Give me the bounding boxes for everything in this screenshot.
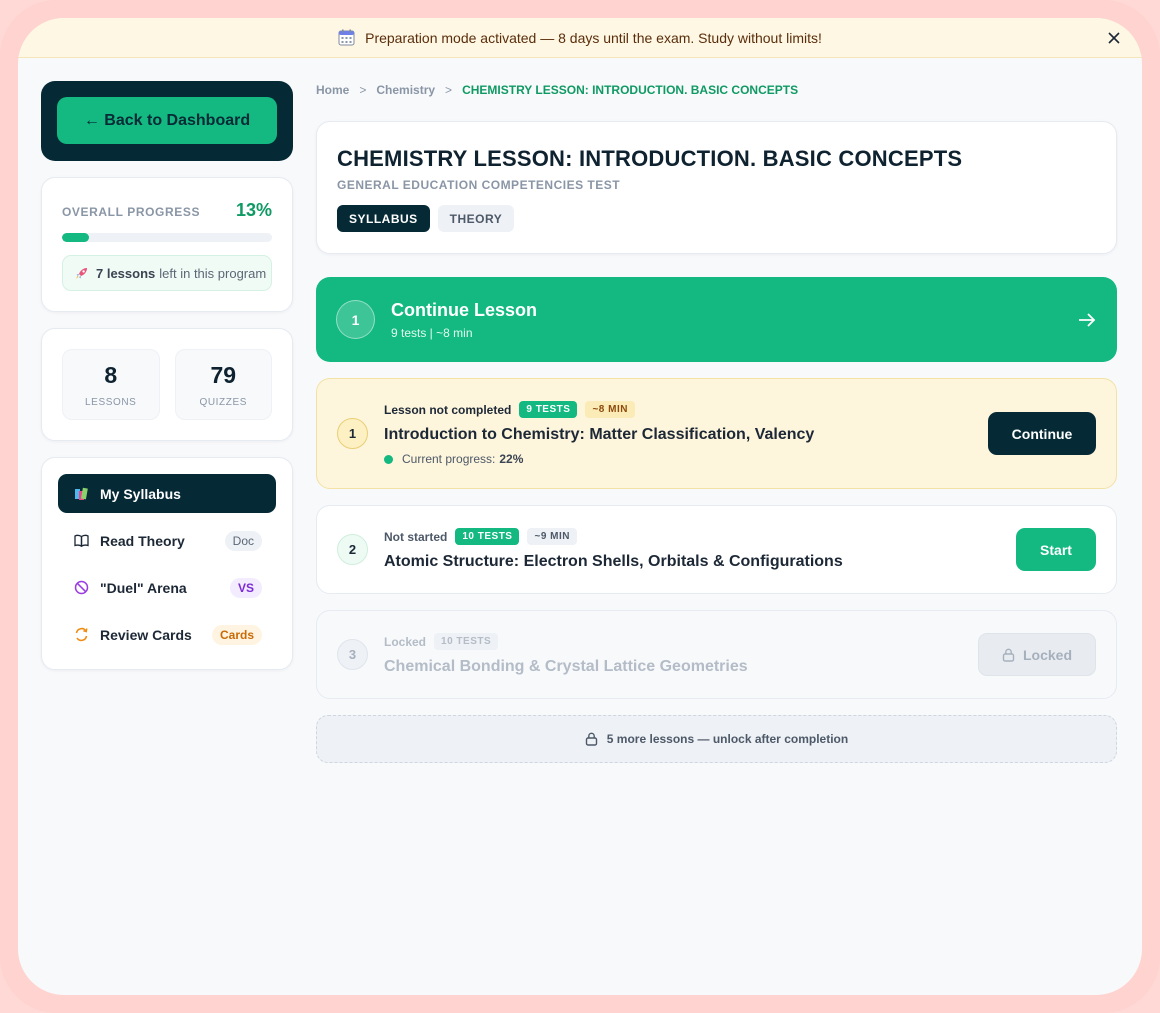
lesson-number: 2	[337, 534, 368, 565]
more-lessons-text: 5 more lessons — unlock after completion	[606, 732, 849, 746]
nav-item-duel-arena[interactable]: "Duel" Arena VS	[58, 568, 276, 607]
page-subtitle: GENERAL EDUCATION COMPETENCIES TEST	[337, 178, 621, 192]
tab-theory[interactable]: THEORY	[437, 205, 515, 232]
book-open-icon	[74, 534, 94, 547]
breadcrumb: Home > Chemistry > CHEMISTRY LESSON: INT…	[316, 81, 1117, 99]
back-card: ← Back to Dashboard	[41, 81, 293, 161]
start-button[interactable]: Start	[1016, 528, 1096, 571]
more-lessons-note: 5 more lessons — unlock after completion	[316, 715, 1117, 763]
hero-lesson-number: 1	[336, 300, 375, 339]
lesson-card-3: 3 Locked 10 TESTS Chemical Bonding & Cry…	[316, 610, 1117, 699]
locked-button: Locked	[978, 633, 1096, 676]
progress-bar	[62, 233, 272, 242]
continue-lesson-button[interactable]: 1 Continue Lesson 9 tests | ~8 min	[316, 277, 1117, 362]
nav-label: My Syllabus	[100, 485, 181, 502]
hero-subtitle: 9 tests | ~8 min	[391, 325, 473, 340]
stat-label: QUIZZES	[199, 396, 248, 408]
lessons-left-count: 7 lessons	[96, 265, 156, 281]
banner-text: Preparation mode activated — 8 days unti…	[365, 29, 822, 46]
breadcrumb-home[interactable]: Home	[316, 83, 349, 97]
hero-title: Continue Lesson	[391, 299, 538, 320]
lesson-card-2: 2 Not started 10 TESTS ~9 MIN Atomic Str…	[316, 505, 1117, 594]
nav-item-my-syllabus[interactable]: My Syllabus	[58, 474, 276, 513]
stat-quizzes: 79 QUIZZES	[174, 349, 272, 420]
books-icon	[74, 487, 94, 501]
progress-dot-icon	[384, 454, 393, 464]
nav-label: Review Cards	[100, 626, 192, 643]
vs-badge: VS	[229, 577, 262, 598]
main-content: Home > Chemistry > CHEMISTRY LESSON: INT…	[316, 81, 1117, 763]
lessons-left-note: 7 lessons left in this program	[62, 255, 272, 291]
stat-value: 79	[210, 361, 237, 388]
lesson-card-1: 1 Lesson not completed 9 TESTS ~8 MIN In…	[316, 378, 1117, 489]
cards-badge: Cards	[211, 624, 262, 645]
tabs: SYLLABUS THEORY	[337, 205, 1096, 232]
tab-syllabus[interactable]: SYLLABUS	[337, 205, 430, 232]
lesson-title: Introduction to Chemistry: Matter Classi…	[384, 426, 815, 443]
progress-bar-fill	[62, 233, 90, 242]
lesson-number: 1	[337, 418, 368, 449]
time-badge: ~8 MIN	[585, 401, 635, 418]
nav-label: "Duel" Arena	[100, 579, 187, 596]
breadcrumb-chemistry[interactable]: Chemistry	[376, 83, 435, 97]
lock-icon	[585, 732, 598, 746]
lesson-header-card: CHEMISTRY LESSON: INTRODUCTION. BASIC CO…	[316, 121, 1117, 254]
nav-item-read-theory[interactable]: Read Theory Doc	[58, 521, 276, 560]
back-to-dashboard-button[interactable]: ← Back to Dashboard	[57, 97, 277, 144]
tests-badge: 10 TESTS	[455, 528, 520, 545]
breadcrumb-current: CHEMISTRY LESSON: INTRODUCTION. BASIC CO…	[462, 83, 799, 97]
lesson-number: 3	[337, 639, 368, 670]
lesson-status: Not started	[384, 529, 448, 544]
progress-percent: 13%	[235, 200, 272, 220]
page-title: CHEMISTRY LESSON: INTRODUCTION. BASIC CO…	[337, 146, 963, 171]
overall-progress-card: OVERALL PROGRESS 13% 7 lessons left in t…	[41, 177, 293, 312]
continue-button[interactable]: Continue	[988, 412, 1096, 455]
lesson-progress: Current progress: 22%	[384, 452, 988, 466]
calendar-icon	[338, 29, 355, 46]
progress-label: Current progress:	[402, 452, 496, 466]
tests-badge: 9 TESTS	[519, 401, 578, 418]
breadcrumb-separator: >	[359, 83, 367, 97]
rocket-icon	[75, 267, 88, 280]
prohibited-icon	[74, 580, 94, 595]
locked-label: Locked	[1022, 646, 1072, 663]
breadcrumb-separator: >	[445, 83, 453, 97]
prep-mode-banner: Preparation mode activated — 8 days unti…	[18, 18, 1142, 58]
lessons-left-text: left in this program	[159, 265, 267, 281]
progress-value: 22%	[499, 452, 524, 466]
app-screen: Preparation mode activated — 8 days unti…	[18, 18, 1142, 995]
stat-label: LESSONS	[85, 396, 137, 408]
nav-card: My Syllabus Read Theory Doc "Duel" Arena…	[41, 457, 293, 670]
close-icon[interactable]	[1104, 28, 1124, 48]
lesson-status: Locked	[384, 634, 427, 649]
tests-badge: 10 TESTS	[434, 633, 499, 650]
stats-card: 8 LESSONS 79 QUIZZES	[41, 328, 293, 441]
lesson-title: Chemical Bonding & Crystal Lattice Geome…	[384, 658, 748, 675]
nav-item-review-cards[interactable]: Review Cards Cards	[58, 615, 276, 654]
sidebar: ← Back to Dashboard OVERALL PROGRESS 13%	[41, 81, 293, 670]
lesson-title: Atomic Structure: Electron Shells, Orbit…	[384, 553, 843, 570]
progress-label: OVERALL PROGRESS	[62, 205, 201, 219]
lock-icon	[1002, 648, 1015, 662]
refresh-icon	[74, 627, 94, 642]
nav-label: Read Theory	[100, 532, 185, 549]
stat-value: 8	[104, 361, 118, 388]
arrow-right-icon	[1077, 311, 1097, 329]
doc-badge: Doc	[224, 530, 262, 551]
time-badge: ~9 MIN	[527, 528, 577, 545]
lesson-status: Lesson not completed	[384, 402, 512, 417]
stat-lessons: 8 LESSONS	[62, 349, 160, 420]
